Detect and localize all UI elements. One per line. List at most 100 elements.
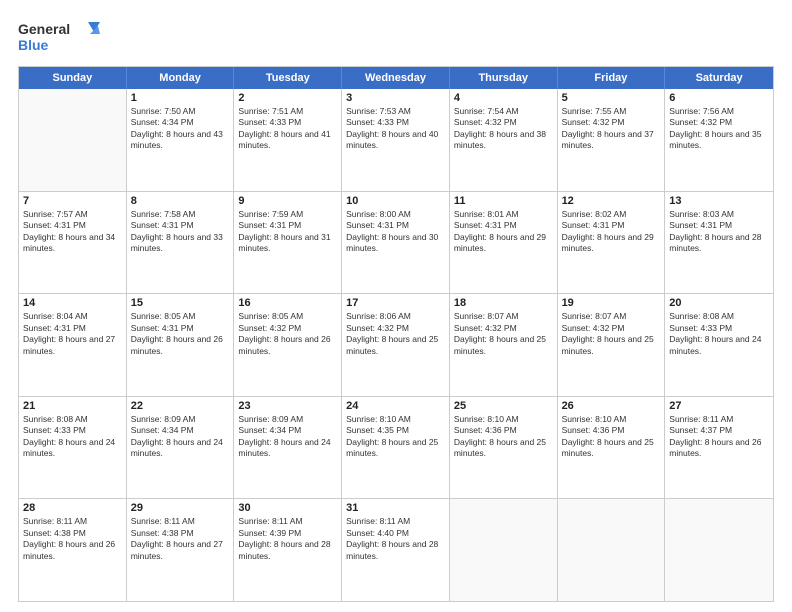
day-cell-7: 7 Sunrise: 7:57 AM Sunset: 4:31 PM Daylig… xyxy=(19,192,127,294)
svg-text:General: General xyxy=(18,21,70,37)
day-number: 14 xyxy=(23,297,122,309)
week-row-3: 21 Sunrise: 8:08 AM Sunset: 4:33 PM Dayli… xyxy=(19,397,773,500)
cell-sun-info: Sunrise: 8:09 AM Sunset: 4:34 PM Dayligh… xyxy=(131,414,230,460)
cell-sun-info: Sunrise: 8:01 AM Sunset: 4:31 PM Dayligh… xyxy=(454,209,553,255)
day-number: 24 xyxy=(346,400,445,412)
day-number: 23 xyxy=(238,400,337,412)
logo-svg: GeneralBlue xyxy=(18,18,103,56)
day-number: 5 xyxy=(562,92,661,104)
day-number: 19 xyxy=(562,297,661,309)
day-cell-28: 28 Sunrise: 8:11 AM Sunset: 4:38 PM Dayli… xyxy=(19,499,127,601)
cell-sun-info: Sunrise: 8:11 AM Sunset: 4:38 PM Dayligh… xyxy=(23,516,122,562)
header-cell-tuesday: Tuesday xyxy=(234,67,342,89)
day-cell-9: 9 Sunrise: 7:59 AM Sunset: 4:31 PM Daylig… xyxy=(234,192,342,294)
cell-sun-info: Sunrise: 7:51 AM Sunset: 4:33 PM Dayligh… xyxy=(238,106,337,152)
day-number: 30 xyxy=(238,502,337,514)
day-cell-11: 11 Sunrise: 8:01 AM Sunset: 4:31 PM Dayli… xyxy=(450,192,558,294)
day-cell-26: 26Sunrise: 8:10 AM Sunset: 4:36 PM Dayli… xyxy=(558,397,666,499)
cell-sun-info: Sunrise: 7:55 AM Sunset: 4:32 PM Dayligh… xyxy=(562,106,661,152)
cell-sun-info: Sunrise: 8:11 AM Sunset: 4:38 PM Dayligh… xyxy=(131,516,230,562)
day-number: 27 xyxy=(669,400,769,412)
cell-sun-info: Sunrise: 8:11 AM Sunset: 4:40 PM Dayligh… xyxy=(346,516,445,562)
calendar-body: 1Sunrise: 7:50 AM Sunset: 4:34 PM Daylig… xyxy=(19,89,773,601)
header-cell-monday: Monday xyxy=(127,67,235,89)
cell-sun-info: Sunrise: 7:58 AM Sunset: 4:31 PM Dayligh… xyxy=(131,209,230,255)
day-cell-3: 3 Sunrise: 7:53 AM Sunset: 4:33 PM Daylig… xyxy=(342,89,450,191)
day-number: 20 xyxy=(669,297,769,309)
day-cell-19: 19 Sunrise: 8:07 AM Sunset: 4:32 PM Dayli… xyxy=(558,294,666,396)
logo: GeneralBlue xyxy=(18,18,103,56)
day-cell-31: 31 Sunrise: 8:11 AM Sunset: 4:40 PM Dayli… xyxy=(342,499,450,601)
day-number: 22 xyxy=(131,400,230,412)
day-cell-29: 29Sunrise: 8:11 AM Sunset: 4:38 PM Dayli… xyxy=(127,499,235,601)
calendar: SundayMondayTuesdayWednesdayThursdayFrid… xyxy=(18,66,774,602)
cell-sun-info: Sunrise: 8:03 AM Sunset: 4:31 PM Dayligh… xyxy=(669,209,769,255)
day-cell-25: 25 Sunrise: 8:10 AM Sunset: 4:36 PM Dayli… xyxy=(450,397,558,499)
day-number: 25 xyxy=(454,400,553,412)
day-number: 15 xyxy=(131,297,230,309)
day-cell-22: 22 Sunrise: 8:09 AM Sunset: 4:34 PM Dayli… xyxy=(127,397,235,499)
svg-text:Blue: Blue xyxy=(18,37,49,53)
cell-sun-info: Sunrise: 8:09 AM Sunset: 4:34 PM Dayligh… xyxy=(238,414,337,460)
header-cell-saturday: Saturday xyxy=(665,67,773,89)
day-cell-6: 6Sunrise: 7:56 AM Sunset: 4:32 PM Daylig… xyxy=(665,89,773,191)
day-cell-23: 23 Sunrise: 8:09 AM Sunset: 4:34 PM Dayli… xyxy=(234,397,342,499)
day-cell-30: 30 Sunrise: 8:11 AM Sunset: 4:39 PM Dayli… xyxy=(234,499,342,601)
day-cell-20: 20 Sunrise: 8:08 AM Sunset: 4:33 PM Dayli… xyxy=(665,294,773,396)
week-row-1: 7 Sunrise: 7:57 AM Sunset: 4:31 PM Daylig… xyxy=(19,192,773,295)
day-number: 4 xyxy=(454,92,553,104)
cell-sun-info: Sunrise: 8:10 AM Sunset: 4:36 PM Dayligh… xyxy=(454,414,553,460)
day-cell-10: 10 Sunrise: 8:00 AM Sunset: 4:31 PM Dayli… xyxy=(342,192,450,294)
cell-sun-info: Sunrise: 7:57 AM Sunset: 4:31 PM Dayligh… xyxy=(23,209,122,255)
day-number: 10 xyxy=(346,195,445,207)
day-number: 16 xyxy=(238,297,337,309)
day-cell-27: 27 Sunrise: 8:11 AM Sunset: 4:37 PM Dayli… xyxy=(665,397,773,499)
day-number: 21 xyxy=(23,400,122,412)
cell-sun-info: Sunrise: 8:07 AM Sunset: 4:32 PM Dayligh… xyxy=(454,311,553,357)
cell-sun-info: Sunrise: 8:10 AM Sunset: 4:35 PM Dayligh… xyxy=(346,414,445,460)
day-cell-15: 15Sunrise: 8:05 AM Sunset: 4:31 PM Dayli… xyxy=(127,294,235,396)
day-number: 7 xyxy=(23,195,122,207)
cell-sun-info: Sunrise: 7:54 AM Sunset: 4:32 PM Dayligh… xyxy=(454,106,553,152)
day-number: 9 xyxy=(238,195,337,207)
cell-sun-info: Sunrise: 7:59 AM Sunset: 4:31 PM Dayligh… xyxy=(238,209,337,255)
day-cell-16: 16 Sunrise: 8:05 AM Sunset: 4:32 PM Dayli… xyxy=(234,294,342,396)
header-cell-thursday: Thursday xyxy=(450,67,558,89)
cell-sun-info: Sunrise: 8:07 AM Sunset: 4:32 PM Dayligh… xyxy=(562,311,661,357)
day-number: 3 xyxy=(346,92,445,104)
week-row-4: 28 Sunrise: 8:11 AM Sunset: 4:38 PM Dayli… xyxy=(19,499,773,601)
cell-sun-info: Sunrise: 8:08 AM Sunset: 4:33 PM Dayligh… xyxy=(23,414,122,460)
day-number: 2 xyxy=(238,92,337,104)
day-cell-5: 5 Sunrise: 7:55 AM Sunset: 4:32 PM Daylig… xyxy=(558,89,666,191)
day-number: 28 xyxy=(23,502,122,514)
header: GeneralBlue xyxy=(18,18,774,56)
day-cell-18: 18 Sunrise: 8:07 AM Sunset: 4:32 PM Dayli… xyxy=(450,294,558,396)
cell-sun-info: Sunrise: 8:04 AM Sunset: 4:31 PM Dayligh… xyxy=(23,311,122,357)
day-cell-12: 12Sunrise: 8:02 AM Sunset: 4:31 PM Dayli… xyxy=(558,192,666,294)
day-cell-24: 24 Sunrise: 8:10 AM Sunset: 4:35 PM Dayli… xyxy=(342,397,450,499)
cell-sun-info: Sunrise: 8:08 AM Sunset: 4:33 PM Dayligh… xyxy=(669,311,769,357)
cell-sun-info: Sunrise: 8:11 AM Sunset: 4:39 PM Dayligh… xyxy=(238,516,337,562)
cell-sun-info: Sunrise: 7:53 AM Sunset: 4:33 PM Dayligh… xyxy=(346,106,445,152)
cell-sun-info: Sunrise: 8:00 AM Sunset: 4:31 PM Dayligh… xyxy=(346,209,445,255)
calendar-header-row: SundayMondayTuesdayWednesdayThursdayFrid… xyxy=(19,67,773,89)
header-cell-sunday: Sunday xyxy=(19,67,127,89)
day-number: 11 xyxy=(454,195,553,207)
day-number: 31 xyxy=(346,502,445,514)
empty-cell xyxy=(19,89,127,191)
empty-cell xyxy=(558,499,666,601)
header-cell-wednesday: Wednesday xyxy=(342,67,450,89)
page: GeneralBlue SundayMondayTuesdayWednesday… xyxy=(0,0,792,612)
week-row-0: 1Sunrise: 7:50 AM Sunset: 4:34 PM Daylig… xyxy=(19,89,773,192)
cell-sun-info: Sunrise: 8:02 AM Sunset: 4:31 PM Dayligh… xyxy=(562,209,661,255)
cell-sun-info: Sunrise: 8:11 AM Sunset: 4:37 PM Dayligh… xyxy=(669,414,769,460)
day-number: 6 xyxy=(669,92,769,104)
cell-sun-info: Sunrise: 8:05 AM Sunset: 4:32 PM Dayligh… xyxy=(238,311,337,357)
day-number: 18 xyxy=(454,297,553,309)
cell-sun-info: Sunrise: 7:50 AM Sunset: 4:34 PM Dayligh… xyxy=(131,106,230,152)
day-number: 13 xyxy=(669,195,769,207)
empty-cell xyxy=(665,499,773,601)
week-row-2: 14 Sunrise: 8:04 AM Sunset: 4:31 PM Dayli… xyxy=(19,294,773,397)
day-cell-8: 8Sunrise: 7:58 AM Sunset: 4:31 PM Daylig… xyxy=(127,192,235,294)
day-number: 17 xyxy=(346,297,445,309)
